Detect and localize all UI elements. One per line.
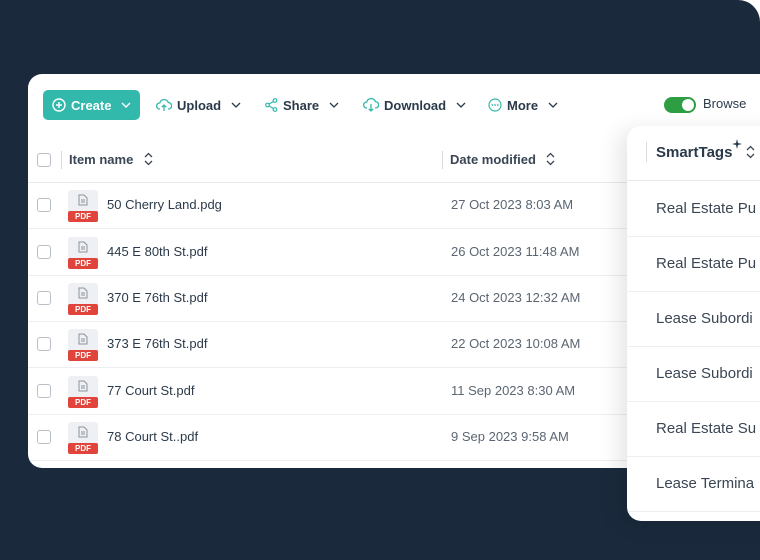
pdf-file-icon: PDF [68,376,98,408]
row-checkbox[interactable] [37,384,51,398]
share-button[interactable]: Share [265,90,339,120]
row-checkbox[interactable] [37,291,51,305]
row-checkbox[interactable] [37,245,51,259]
chevron-down-icon [121,102,131,108]
file-name[interactable]: 77 Court St.pdf [107,383,194,398]
browse-label: Browse [703,96,747,111]
smarttag-item[interactable]: Real Estate Pu [627,236,760,292]
chevron-down-icon [456,102,466,108]
column-divider [61,151,62,169]
column-header-date-modified[interactable]: Date modified [450,152,536,167]
date-modified: 27 Oct 2023 8:03 AM [451,197,574,212]
file-name[interactable]: 78 Court St..pdf [107,429,198,444]
chevron-down-icon [231,102,241,108]
download-button[interactable]: Download [363,90,466,120]
date-modified: 9 Sep 2023 9:58 AM [451,429,569,444]
pdf-file-icon: PDF [68,190,98,222]
smarttag-item[interactable]: Real Estate Su [627,401,760,457]
sort-icon[interactable] [144,151,153,167]
share-label: Share [283,97,320,113]
smarttag-item[interactable]: Real Estate Pu [627,181,760,237]
row-checkbox[interactable] [37,337,51,351]
background: Create Upload Share Download More Browse… [0,0,760,560]
pdf-file-icon: PDF [68,329,98,361]
more-circle-icon [488,98,502,112]
column-divider [442,151,443,169]
toggle-knob [682,99,694,111]
file-name[interactable]: 50 Cherry Land.pdg [107,197,222,212]
row-checkbox[interactable] [37,198,51,212]
pdf-file-icon: PDF [68,422,98,454]
smarttags-panel: SmartTags Real Estate Pu Real Estate Pu … [627,126,760,521]
row-checkbox[interactable] [37,430,51,444]
create-button[interactable]: Create [43,90,140,120]
column-divider [646,142,647,162]
column-header-item-name[interactable]: Item name [69,152,133,167]
file-name[interactable]: 370 E 76th St.pdf [107,290,207,305]
smarttags-header: SmartTags [627,126,760,181]
date-modified: 26 Oct 2023 11:48 AM [451,244,580,259]
upload-button[interactable]: Upload [156,90,241,120]
cloud-upload-icon [156,99,172,111]
upload-label: Upload [177,97,222,113]
sort-icon[interactable] [546,151,555,167]
plus-circle-icon [52,98,66,112]
chevron-down-icon [329,102,339,108]
file-name[interactable]: 445 E 80th St.pdf [107,244,207,259]
file-name[interactable]: 373 E 76th St.pdf [107,336,207,351]
sparkle-icon [732,139,742,149]
sort-icon[interactable] [746,143,755,161]
date-modified: 11 Sep 2023 8:30 AM [451,383,576,398]
browse-toggle[interactable] [664,97,696,113]
cloud-download-icon [363,98,379,112]
more-label: More [507,97,539,113]
pdf-file-icon: PDF [68,283,98,315]
date-modified: 22 Oct 2023 10:08 AM [451,336,581,351]
toolbar: Create Upload Share Download More Browse [28,74,760,134]
share-icon [265,98,278,112]
smarttag-item[interactable]: Lease Subordi [627,346,760,402]
smarttag-item[interactable]: Lease Termina [627,456,760,512]
date-modified: 24 Oct 2023 12:32 AM [451,290,581,305]
select-all-checkbox[interactable] [37,153,51,167]
smarttags-title[interactable]: SmartTags [656,144,732,161]
download-label: Download [384,97,447,113]
chevron-down-icon [548,102,558,108]
smarttag-item[interactable]: Lease Subordi [627,291,760,347]
create-label: Create [71,97,112,113]
more-button[interactable]: More [488,90,558,120]
pdf-file-icon: PDF [68,237,98,269]
